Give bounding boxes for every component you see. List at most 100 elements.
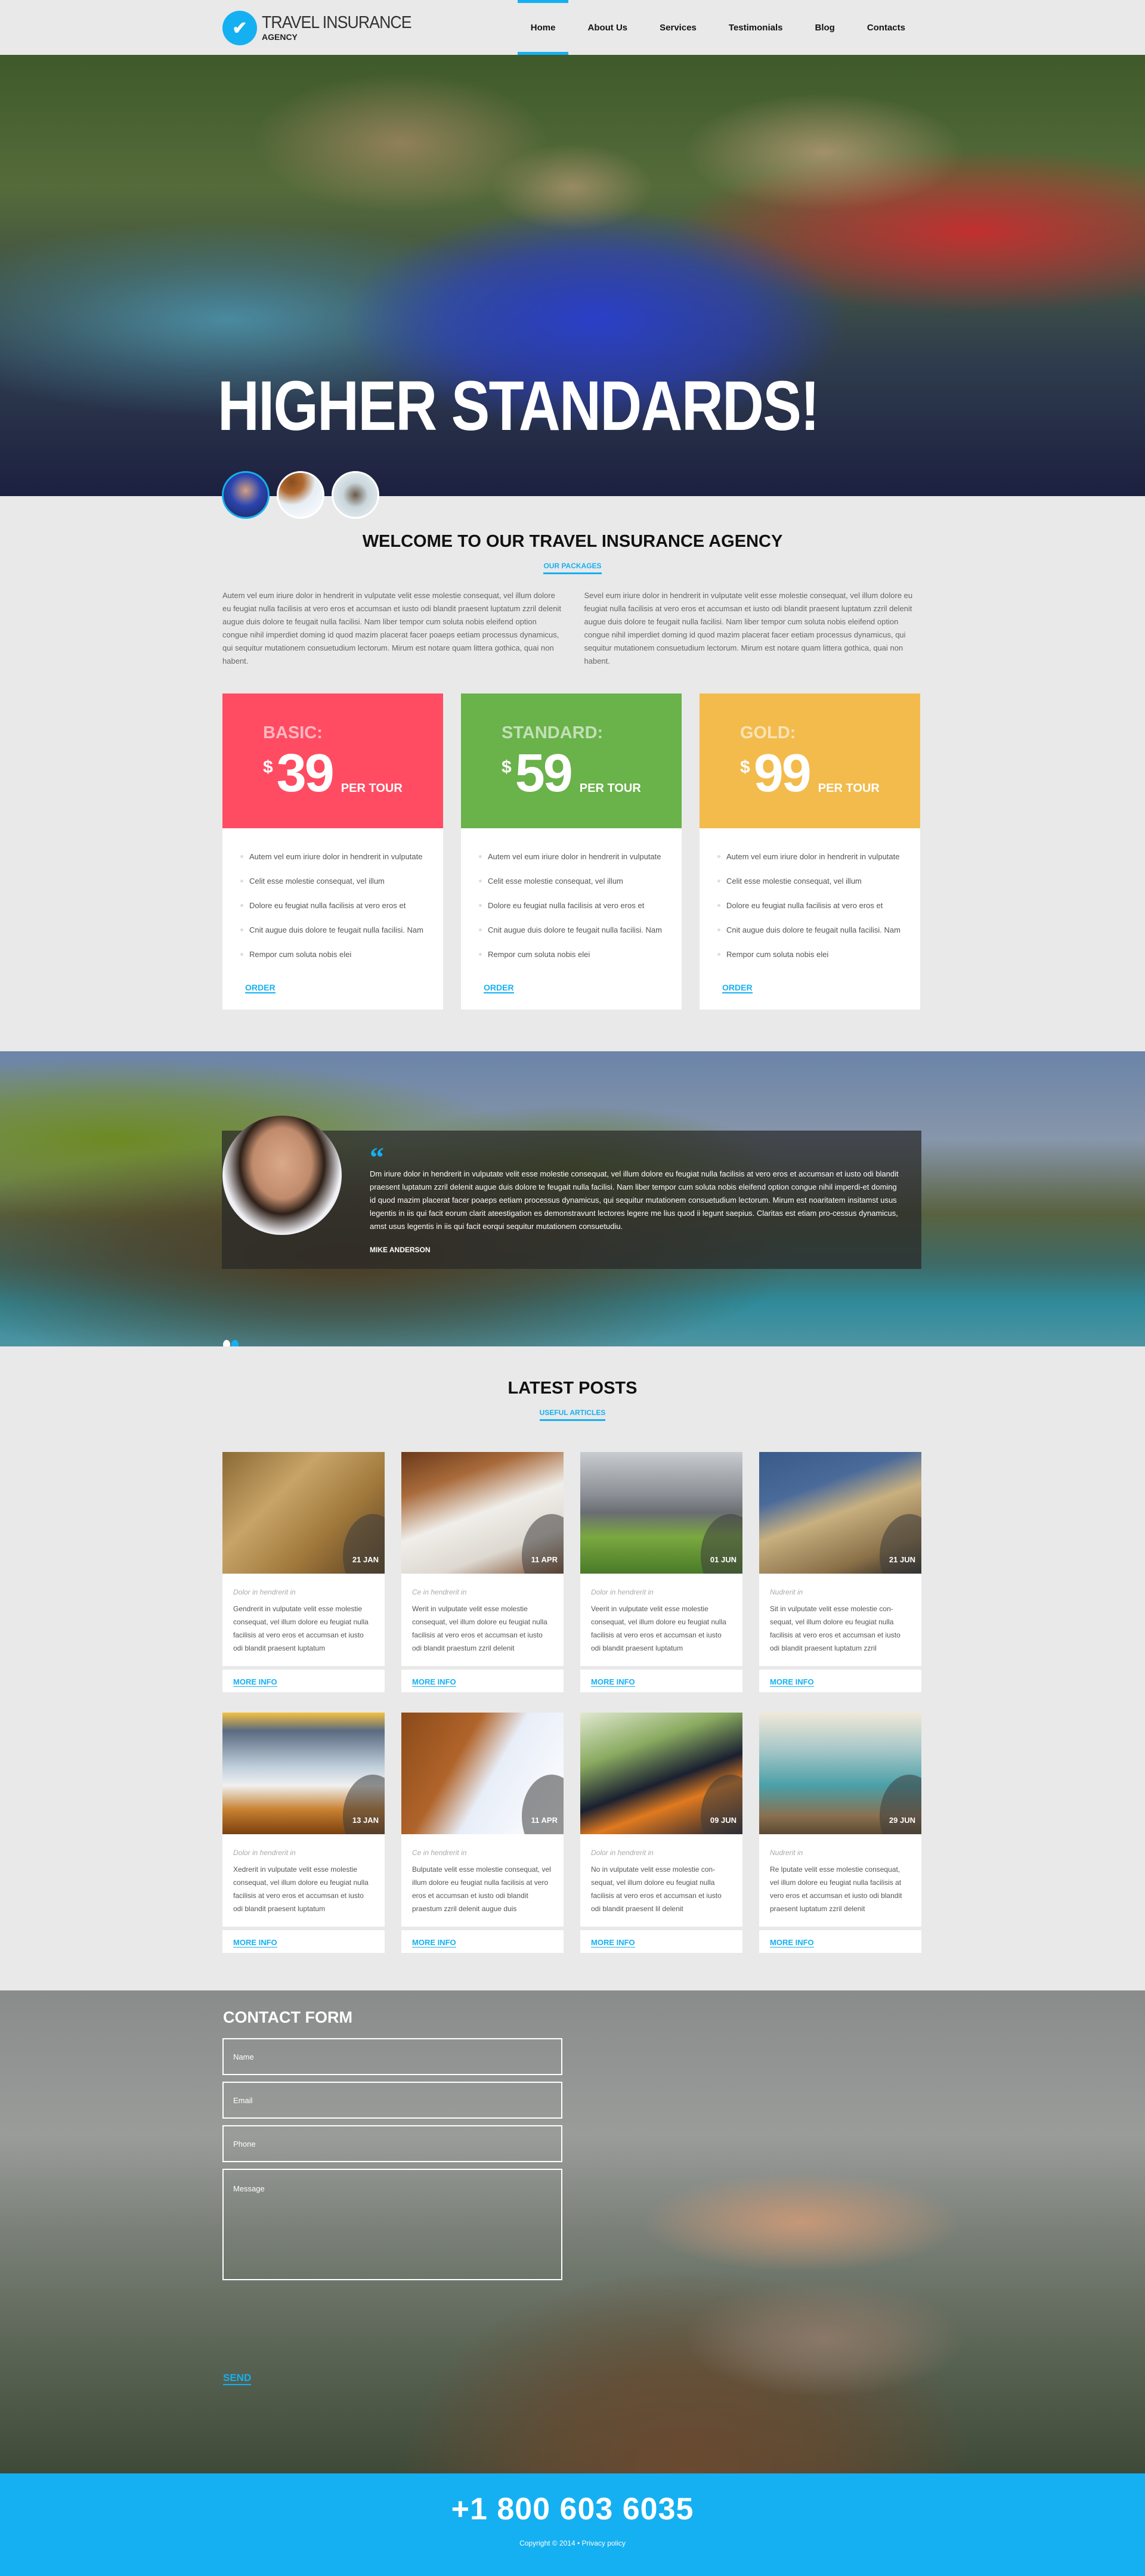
feature-item: Celit esse molestie consequat, vel illum xyxy=(717,877,920,886)
more-info-link[interactable]: MORE INFO xyxy=(233,1938,277,1948)
logo[interactable]: ✔ TRAVEL INSURANCE AGENCY xyxy=(222,11,424,45)
post-excerpt: Sit in vulputate velit esse molestie con… xyxy=(770,1605,900,1652)
welcome-paragraph-1: Autem vel eum iriure dolor in hendrerit … xyxy=(222,591,561,665)
feature-item: Celit esse molestie consequat, vel illum xyxy=(240,877,443,886)
copyright-text: Copyright © 2014 • xyxy=(519,2539,582,2547)
feature-item: Dolore eu feugiat nulla facilisis at ver… xyxy=(717,901,920,910)
nav-blog[interactable]: Blog xyxy=(802,0,847,55)
more-info-link[interactable]: MORE INFO xyxy=(412,1677,456,1687)
nav-testimonials[interactable]: Testimonials xyxy=(716,0,796,55)
post-date: 11 APR xyxy=(531,1816,558,1825)
post-card: 21 JAN Dolor in hendrerit in Gendrerit in… xyxy=(222,1452,385,1692)
hero-thumb-1[interactable] xyxy=(222,471,270,519)
post-image[interactable]: 21 JAN xyxy=(222,1452,385,1574)
feature-item: Celit esse molestie consequat, vel illum xyxy=(479,877,682,886)
post-excerpt: Werit in vulputate velit esse molestie c… xyxy=(412,1605,547,1652)
testimonial-avatar xyxy=(222,1116,342,1235)
hero-slider: HIGHER STANDARDS! xyxy=(0,55,1145,496)
order-gold-link[interactable]: ORDER xyxy=(722,983,753,993)
more-info-link[interactable]: MORE INFO xyxy=(412,1938,456,1948)
testimonial-pagination xyxy=(223,1340,239,1346)
post-excerpt: Veerit in vulputate velit esse molestie … xyxy=(591,1605,726,1652)
post-image[interactable]: 13 JAN xyxy=(222,1713,385,1834)
hero-thumb-2[interactable] xyxy=(277,471,324,519)
post-image[interactable]: 11 APR xyxy=(401,1452,564,1574)
more-info-link[interactable]: MORE INFO xyxy=(591,1677,635,1687)
post-category: Ce in hendrerit in xyxy=(412,1849,467,1857)
plan-name: GOLD: xyxy=(740,723,796,742)
post-image[interactable]: 09 JUN xyxy=(580,1713,742,1834)
post-card: 09 JUN Dolor in hendrerit in No in vulput… xyxy=(580,1713,742,1953)
nav-services[interactable]: Services xyxy=(646,0,710,55)
price-header: BASIC: $ 39 PER TOUR xyxy=(222,693,443,828)
price-period: PER TOUR xyxy=(579,782,641,795)
price-card-gold: GOLD: $ 99 PER TOUR Autem vel eum iriure… xyxy=(700,693,920,1010)
welcome-paragraph-2: Sevel eum iriure dolor in hendrerit in v… xyxy=(584,591,913,665)
more-info-link[interactable]: MORE INFO xyxy=(233,1677,277,1687)
price-card-basic: BASIC: $ 39 PER TOUR Autem vel eum iriur… xyxy=(222,693,443,1010)
plan-name: BASIC: xyxy=(263,723,323,742)
more-info-link[interactable]: MORE INFO xyxy=(770,1938,814,1948)
post-category: Dolor in hendrerit in xyxy=(591,1588,654,1596)
feature-item: Dolore eu feugiat nulla facilisis at ver… xyxy=(240,901,443,910)
nav-home[interactable]: Home xyxy=(517,0,569,55)
more-info-link[interactable]: MORE INFO xyxy=(770,1677,814,1687)
feature-list: Autem vel eum iriure dolor in hendrerit … xyxy=(222,828,443,959)
post-date: 21 JAN xyxy=(352,1555,379,1564)
testimonial-dot-1[interactable] xyxy=(223,1340,230,1346)
post-category: Nudrerit in xyxy=(770,1849,803,1857)
feature-item: Cnit augue duis dolore te feugait nulla … xyxy=(717,925,920,934)
phone-input[interactable] xyxy=(222,2125,562,2162)
post-excerpt: No in vulputate velit esse molestie con-… xyxy=(591,1865,722,1913)
hero-title: HIGHER STANDARDS! xyxy=(218,367,819,445)
post-excerpt: Xedrerit in vulputate velit esse molesti… xyxy=(233,1865,369,1913)
nav-contacts[interactable]: Contacts xyxy=(854,0,918,55)
main-nav: Home About Us Services Testimonials Blog… xyxy=(512,0,918,55)
post-card: 21 JUN Nudrerit in Sit in vulputate velit… xyxy=(759,1452,921,1692)
post-image[interactable]: 01 JUN xyxy=(580,1452,742,1574)
order-basic-link[interactable]: ORDER xyxy=(245,983,276,993)
post-category: Ce in hendrerit in xyxy=(412,1588,467,1596)
pricing-cards: BASIC: $ 39 PER TOUR Autem vel eum iriur… xyxy=(222,693,920,1010)
price-header: STANDARD: $ 59 PER TOUR xyxy=(461,693,682,828)
site-header: ✔ TRAVEL INSURANCE AGENCY Home About Us … xyxy=(0,0,1145,55)
more-info-link[interactable]: MORE INFO xyxy=(591,1938,635,1948)
post-category: Dolor in hendrerit in xyxy=(233,1588,296,1596)
feature-item: Autem vel eum iriure dolor in hendrerit … xyxy=(240,852,443,861)
send-button[interactable]: SEND xyxy=(223,2372,252,2385)
post-image[interactable]: 21 JUN xyxy=(759,1452,921,1574)
useful-articles-link[interactable]: USEFUL ARTICLES xyxy=(539,1408,606,1421)
post-card: 01 JUN Dolor in hendrerit in Veerit in vu… xyxy=(580,1452,742,1692)
footer: +1 800 603 6035 Copyright © 2014 • Priva… xyxy=(0,2473,1145,2576)
price-period: PER TOUR xyxy=(818,782,880,795)
message-textarea[interactable] xyxy=(222,2169,562,2280)
hero-thumb-3[interactable] xyxy=(332,471,379,519)
testimonial-section: “ Dm iriure dolor in hendrerit in vulput… xyxy=(0,1051,1145,1346)
feature-item: Rempor cum soluta nobis elei xyxy=(479,950,682,959)
footer-phone: +1 800 603 6035 xyxy=(451,2492,694,2527)
nav-about-us[interactable]: About Us xyxy=(574,0,640,55)
privacy-policy-link[interactable]: Privacy policy xyxy=(582,2539,626,2547)
our-packages-link[interactable]: OUR PACKAGES xyxy=(543,562,602,574)
hero-thumbnails xyxy=(222,471,379,519)
post-date: 01 JUN xyxy=(710,1555,736,1564)
post-excerpt: Gendrerit in vulputate velit esse molest… xyxy=(233,1605,369,1652)
feature-list: Autem vel eum iriure dolor in hendrerit … xyxy=(700,828,920,959)
post-image[interactable]: 29 JUN xyxy=(759,1713,921,1834)
email-input[interactable] xyxy=(222,2082,562,2119)
post-date: 09 JUN xyxy=(710,1816,736,1825)
post-category: Dolor in hendrerit in xyxy=(591,1849,654,1857)
useful-articles-link-wrap: USEFUL ARTICLES xyxy=(0,1408,1145,1421)
name-input[interactable] xyxy=(222,2038,562,2075)
posts-grid: 21 JAN Dolor in hendrerit in Gendrerit in… xyxy=(222,1452,921,1953)
feature-item: Rempor cum soluta nobis elei xyxy=(717,950,920,959)
feature-list: Autem vel eum iriure dolor in hendrerit … xyxy=(461,828,682,959)
footer-copyright: Copyright © 2014 • Privacy policy xyxy=(0,2539,1145,2547)
post-image[interactable]: 11 APR xyxy=(401,1713,564,1834)
posts-title: LATEST POSTS xyxy=(507,1379,638,1398)
post-date: 13 JAN xyxy=(352,1816,379,1825)
order-standard-link[interactable]: ORDER xyxy=(484,983,514,993)
price-header: GOLD: $ 99 PER TOUR xyxy=(700,693,920,828)
testimonial-dot-2[interactable] xyxy=(231,1340,239,1346)
plan-name: STANDARD: xyxy=(502,723,604,742)
